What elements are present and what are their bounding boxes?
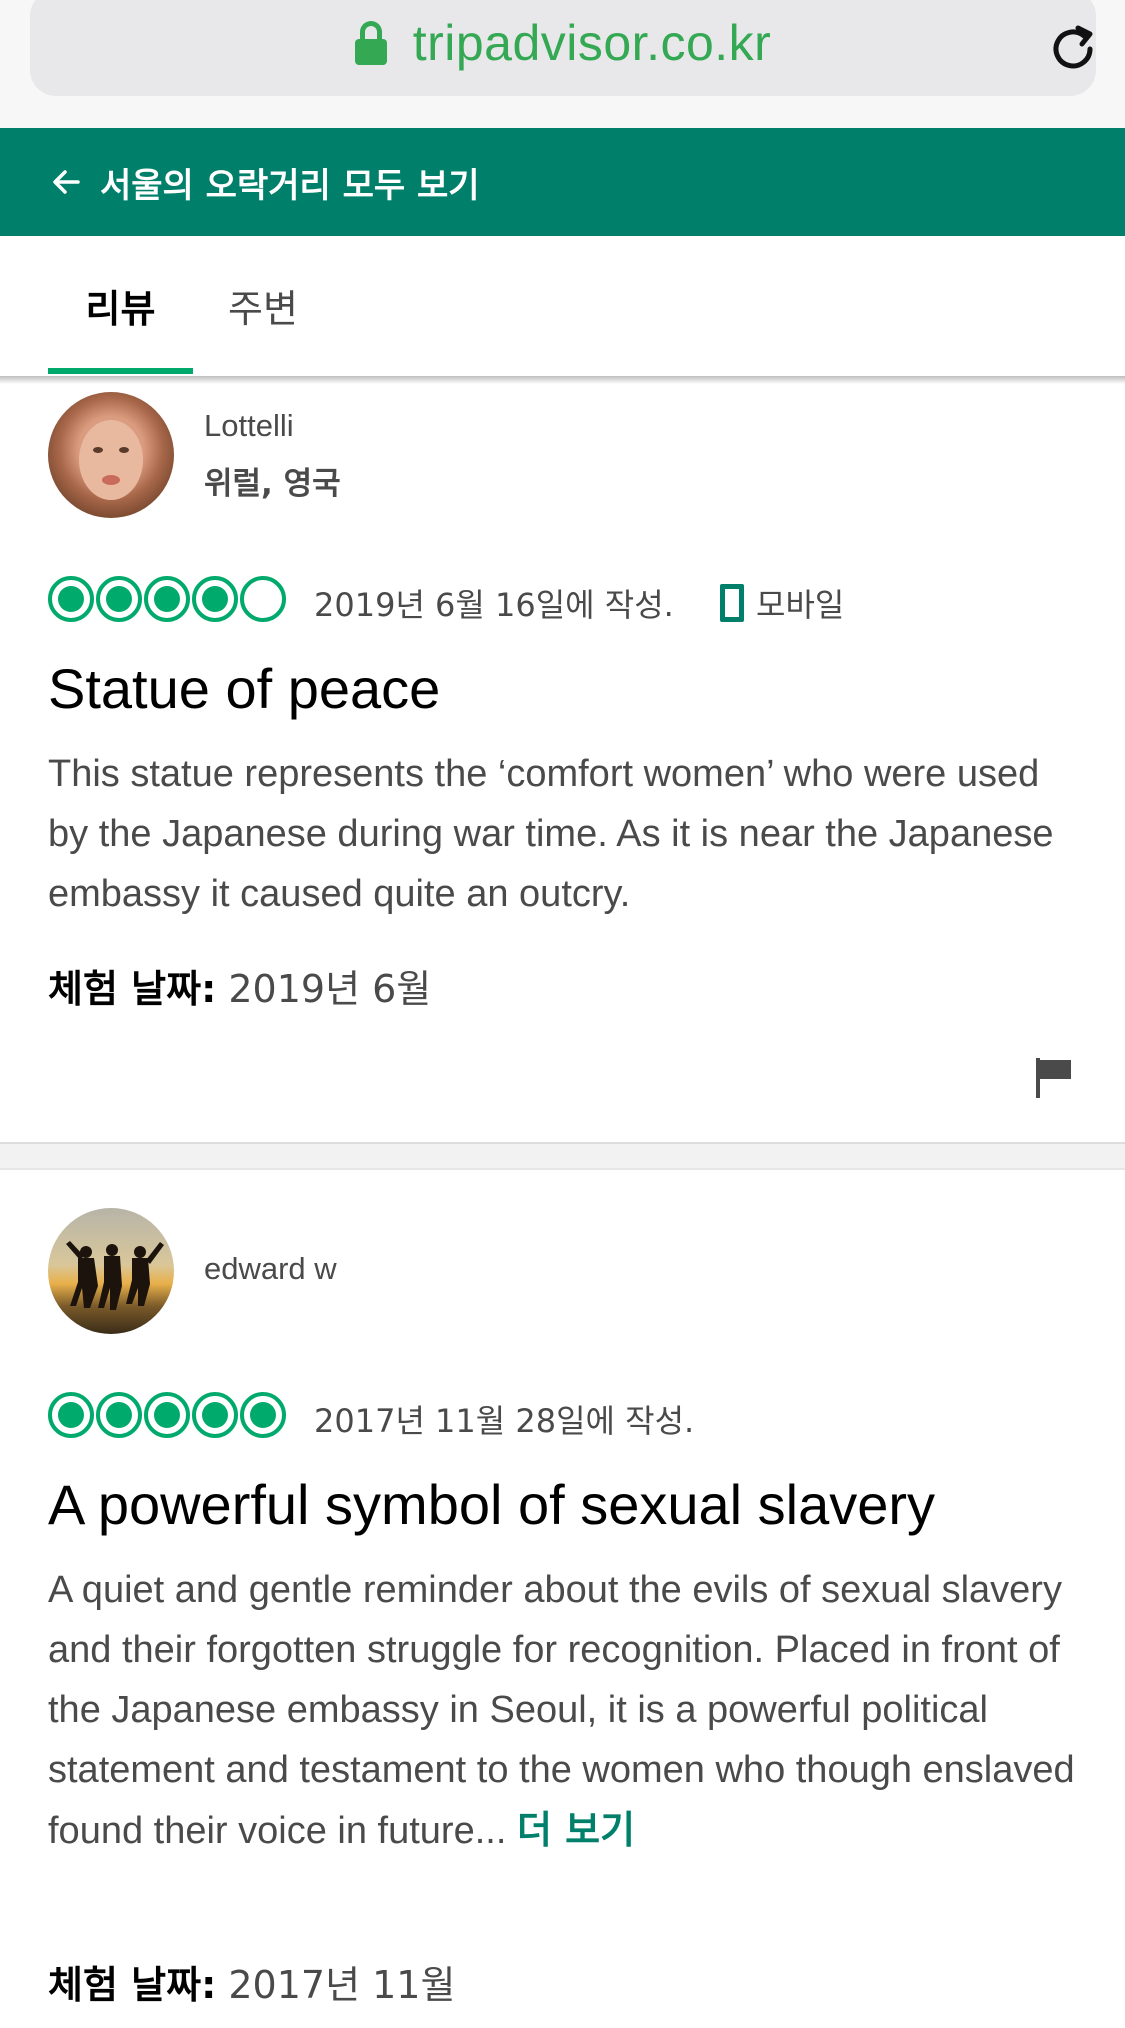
rating-bubble-filled xyxy=(144,576,190,622)
tab-reviews[interactable]: 리뷰 xyxy=(48,236,193,374)
back-link-label[interactable]: 서울의 오락거리 모두 보기 xyxy=(100,158,480,207)
experience-label: 체험 날짜: xyxy=(48,1963,217,2007)
url-bar[interactable]: tripadvisor.co.kr xyxy=(30,0,1096,96)
experience-date: 체험 날짜: 2019년 6월 xyxy=(48,958,431,1013)
rating-bubble-empty xyxy=(240,576,286,622)
tabs-shadow xyxy=(0,376,1125,384)
experience-value: 2019년 6월 xyxy=(228,967,432,1011)
review-divider xyxy=(0,1142,1125,1170)
review-title[interactable]: Statue of peace xyxy=(48,656,440,721)
reviewer-name[interactable]: edward w xyxy=(204,1251,337,1287)
experience-date: 체험 날짜: 2017년 11월 xyxy=(48,1954,455,2009)
rating-bubble-filled xyxy=(48,1392,94,1438)
review-date: 2019년 6월 16일에 작성. xyxy=(314,586,674,624)
review-title[interactable]: A powerful symbol of sexual slavery xyxy=(48,1472,935,1537)
reload-icon[interactable] xyxy=(1046,22,1100,76)
rating-bubble-filled xyxy=(192,1392,238,1438)
avatar-photo xyxy=(79,420,143,500)
review-body: A quiet and gentle reminder about the ev… xyxy=(48,1560,1088,1861)
reviewer-location: 위럴, 영국 xyxy=(204,466,341,502)
rating-bubbles xyxy=(48,576,288,622)
experience-value: 2017년 11월 xyxy=(228,1963,456,2007)
tab-bar: 리뷰 주변 xyxy=(0,236,1125,378)
avatar[interactable] xyxy=(48,392,174,518)
rating-bubble-filled xyxy=(144,1392,190,1438)
active-tab-indicator xyxy=(48,368,193,374)
browser-chrome: tripadvisor.co.kr xyxy=(0,0,1125,128)
rating-bubble-filled xyxy=(240,1392,286,1438)
rating-bubbles xyxy=(48,1392,288,1438)
experience-label: 체험 날짜: xyxy=(48,967,217,1011)
mobile-phone-icon xyxy=(720,584,744,622)
review-date: 2017년 11월 28일에 작성. xyxy=(314,1402,695,1440)
tab-nearby[interactable]: 주변 xyxy=(228,236,298,374)
reviewer-name[interactable]: Lottelli xyxy=(204,408,294,444)
avatar[interactable] xyxy=(48,1208,174,1334)
rating-bubble-filled xyxy=(192,576,238,622)
flag-icon[interactable] xyxy=(1035,1056,1073,1098)
arrow-left-icon[interactable] xyxy=(48,164,84,200)
url-text[interactable]: tripadvisor.co.kr xyxy=(413,14,772,72)
read-more-link[interactable]: 더 보기 xyxy=(517,1808,635,1852)
lock-icon xyxy=(354,21,387,65)
rating-bubble-filled xyxy=(96,1392,142,1438)
back-header[interactable]: 서울의 오락거리 모두 보기 xyxy=(0,128,1125,236)
rating-bubble-filled xyxy=(48,576,94,622)
rating-bubble-filled xyxy=(96,576,142,622)
device-label: 모바일 xyxy=(756,586,845,624)
mobile-badge: 모바일 xyxy=(720,580,844,626)
review-body: This statue represents the ‘comfort wome… xyxy=(48,753,1054,915)
avatar-photo xyxy=(66,1241,164,1310)
